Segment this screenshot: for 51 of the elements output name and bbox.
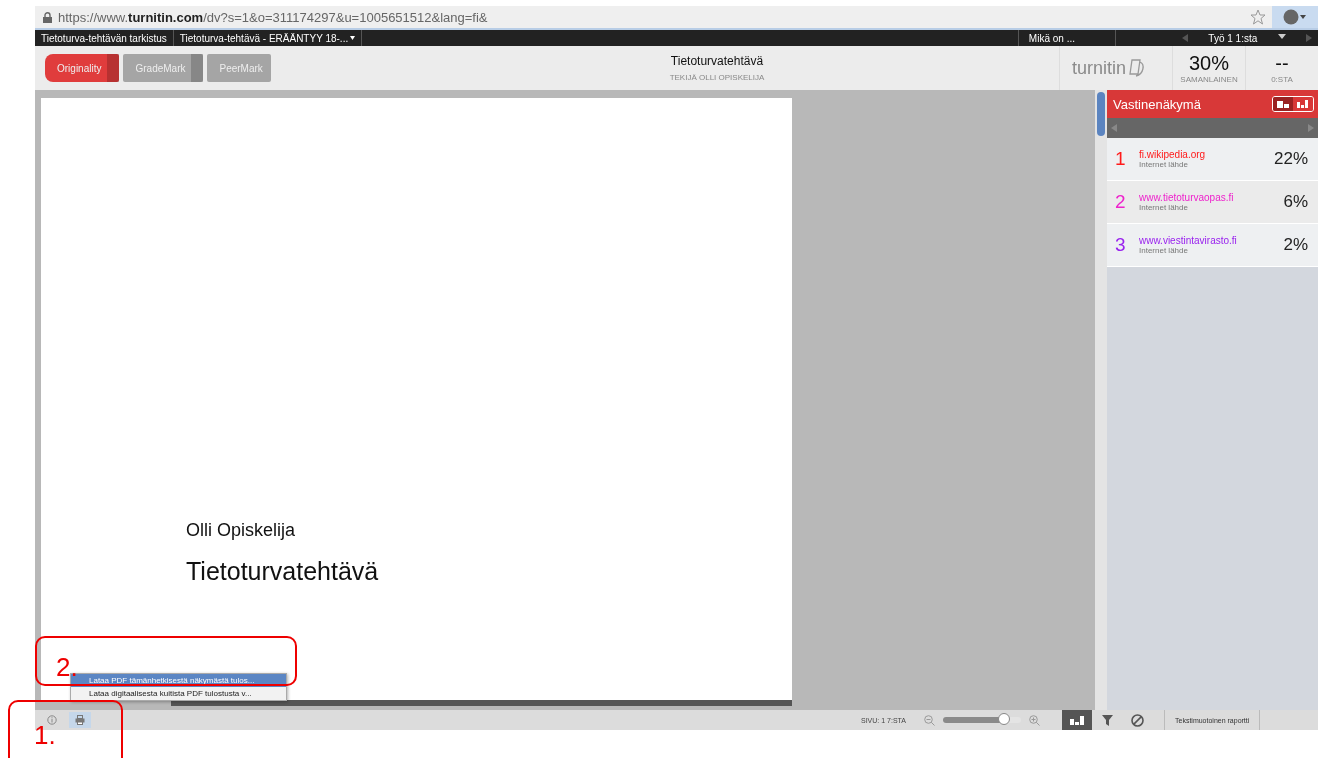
bar-chart-icon: [1297, 100, 1309, 108]
author-name: TEKIJÄ OLLI OPISKELIJA: [669, 73, 765, 82]
panel-title: Vastinenäkymä: [1113, 96, 1201, 112]
url-text: https://www.turnitin.com/dv?s=1&o=311174297&u=1005651512&lang=fi&: [58, 9, 489, 25]
zoom-out-icon[interactable]: [924, 714, 935, 726]
bar-chart-icon: [1070, 715, 1084, 725]
match-percent: 2%: [1283, 235, 1308, 255]
match-number: 2: [1115, 191, 1127, 213]
lock-icon: [43, 11, 52, 23]
source-type: Internet lähde: [1139, 203, 1189, 212]
score-label: SAMANLAINEN: [1180, 75, 1238, 84]
document-author: Olli Opiskelija: [186, 520, 297, 541]
view-toggle[interactable]: [1273, 97, 1293, 111]
match-item[interactable]: 2 www.tietoturvaopas.fi Internet lähde 6%: [1107, 181, 1318, 224]
match-percent: 6%: [1283, 192, 1308, 212]
page-logo-icon: [1128, 58, 1147, 78]
logo-text: turnitin: [1072, 57, 1127, 79]
match-item[interactable]: 3 www.viestintavirasto.fi Internet lähde 2%: [1107, 224, 1318, 267]
info-icon: [47, 715, 57, 725]
grade-label: 0:STA: [1271, 75, 1293, 84]
caret-icon: [350, 36, 356, 40]
menu-item[interactable]: Lataa digitaalisesta kuitista PDF tulostusta v...: [71, 687, 286, 700]
next-arrow-icon[interactable]: [1306, 34, 1312, 42]
match-item[interactable]: 1 fi.wikipedia.org Internet lähde 22%: [1107, 138, 1318, 181]
print-button[interactable]: [69, 712, 91, 728]
similarity-score: 30%: [1189, 52, 1229, 75]
annotation-label: 1.: [34, 720, 56, 751]
list-view-icon: [1277, 100, 1289, 108]
zoom-in-icon[interactable]: [1029, 714, 1040, 726]
tab-label: Tietoturva-tehtävä - ERÄÄNTYY 18-...: [179, 32, 349, 44]
previous-arrow-icon[interactable]: [1182, 34, 1188, 42]
document-title: Tietoturvatehtävä: [186, 557, 380, 586]
address-bar[interactable]: https://www.turnitin.com/dv?s=1&o=311174297&u=1005651512&lang=fi&: [35, 6, 1318, 30]
mode-button[interactable]: Originality: [45, 54, 120, 82]
block-icon: [1130, 713, 1144, 727]
paper-counter: Työ 1 1:sta: [1208, 32, 1258, 44]
source-type: Internet lähde: [1139, 246, 1189, 255]
match-number: 3: [1115, 234, 1127, 256]
match-number: 1: [1115, 148, 1127, 170]
match-percent: 22%: [1273, 149, 1308, 169]
next-arrow-icon[interactable]: [1308, 124, 1314, 132]
previous-arrow-icon[interactable]: [1111, 124, 1117, 132]
assignment-title: Tietoturvatehtävä: [670, 54, 764, 68]
star-icon[interactable]: [1250, 9, 1266, 25]
source-link[interactable]: www.viestintavirasto.fi: [1139, 235, 1284, 246]
grade-value: --: [1275, 52, 1289, 75]
source-type: Internet lähde: [1139, 160, 1189, 169]
printer-icon: [75, 715, 85, 725]
filter-icon: [1101, 714, 1113, 726]
tab-label: Tietoturva-tehtävän tarkistus: [41, 32, 167, 44]
panel-tool-button[interactable]: [1062, 710, 1092, 730]
